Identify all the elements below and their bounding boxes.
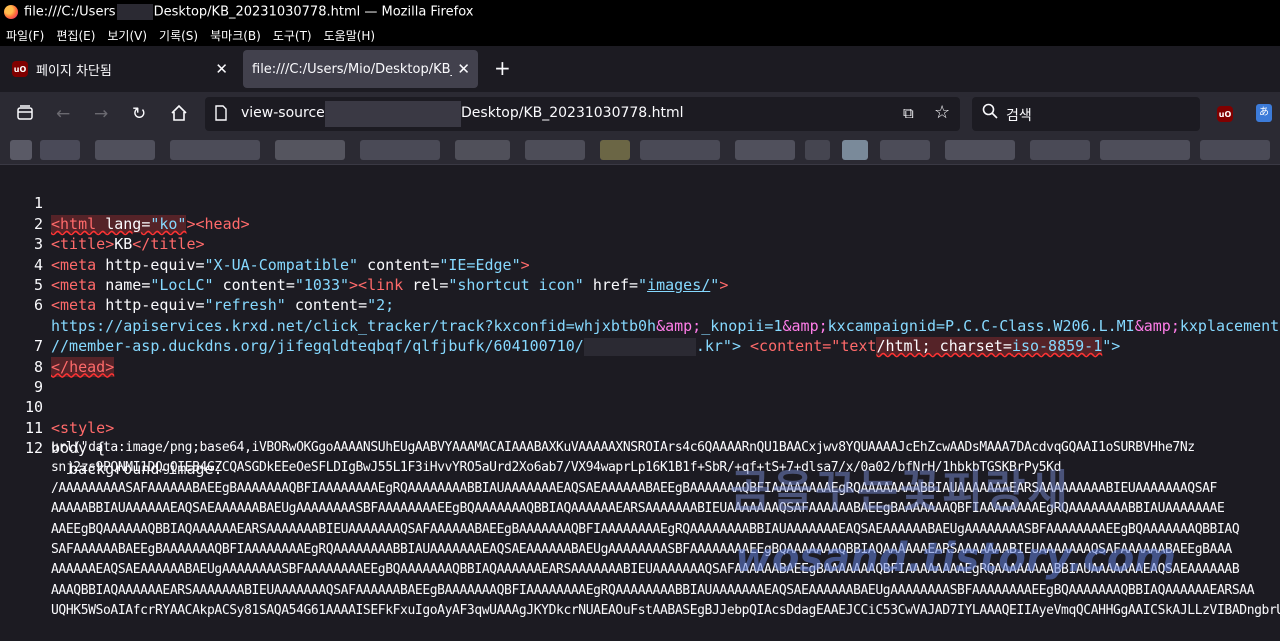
bookmark-item[interactable] — [275, 140, 345, 160]
bookmark-item[interactable] — [805, 140, 830, 160]
bookmark-item[interactable] — [945, 140, 1015, 160]
source-line: //member-asp.duckdns.org/jifegqldteqbqf/… — [51, 337, 1121, 356]
source-line: 5 <meta http-equiv="refresh" content="2; — [0, 255, 1280, 314]
watermark-text: 곰을꾸는꽃피랑새 — [730, 466, 1070, 517]
source-line: 7 </head> — [0, 316, 1280, 377]
new-tab-button[interactable]: + — [494, 56, 511, 80]
bookmark-item[interactable] — [10, 140, 32, 160]
search-placeholder: 검색 — [1006, 108, 1032, 124]
ublock-icon: uO — [12, 61, 28, 77]
menu-history[interactable]: 기록(S) — [159, 27, 198, 44]
source-line: 4 <meta name="LocLC" content="1033"><lin… — [0, 234, 1280, 294]
menu-tools[interactable]: 도구(T) — [273, 27, 312, 44]
source-line: AAAQBBIAQAAAAAAEARSAAAAAAABIEUAAAAAAAQSA… — [51, 582, 1255, 598]
close-icon[interactable]: ✕ — [215, 60, 228, 78]
source-line: 6 https://apiservices.krxd.net/click_tra… — [0, 275, 1280, 334]
page-icon — [214, 105, 228, 125]
bookmark-item[interactable] — [40, 140, 80, 160]
home-icon[interactable] — [170, 104, 188, 127]
bookmark-item[interactable] — [640, 140, 720, 160]
url-suffix: Desktop/KB_20231030778.html — [461, 105, 684, 121]
ublock-extension-icon[interactable]: uO — [1217, 106, 1233, 122]
menu-help[interactable]: 도움말(H) — [324, 27, 376, 44]
bookmark-item[interactable] — [170, 140, 260, 160]
source-line: 1 <html lang="ko"><head> — [0, 173, 1280, 233]
bookmark-item[interactable] — [842, 140, 868, 160]
search-bar[interactable]: 검색 — [972, 97, 1200, 131]
reload-icon[interactable]: ↻ — [132, 104, 146, 124]
menu-edit[interactable]: 편집(E) — [56, 27, 95, 44]
source-line: 8 — [0, 336, 1280, 376]
translate-icon[interactable]: ⧉ — [903, 104, 914, 122]
source-line: 2 <title>KB</title> — [0, 193, 1280, 253]
source-line: url("data:image/png;base64,iVBORwOKGgoAA… — [51, 440, 1195, 456]
bookmark-item[interactable] — [1100, 140, 1190, 160]
source-line: 10 <style> — [0, 377, 1280, 436]
source-line: 3 <meta http-equiv="X-UA-Compatible" con… — [0, 214, 1280, 273]
bookmark-item[interactable] — [525, 140, 585, 160]
source-line: UQHK5WSoAIAfcrRYAACAkpACSy81SAQA54G61AAA… — [51, 603, 1280, 619]
bookmark-item[interactable] — [360, 140, 440, 160]
window-titlebar: file:///C:/Users Desktop/KB_20231030778.h… — [0, 0, 1280, 24]
bookmark-item[interactable] — [600, 140, 630, 160]
bookmark-item[interactable] — [95, 140, 155, 160]
source-line: /AAAAAAAAASAFAAAAAABAEEgBAAAAAAAQBFIAAAA… — [51, 480, 1217, 496]
bookmark-item[interactable] — [455, 140, 510, 160]
redacted-block — [325, 101, 461, 127]
source-line: 9 — [0, 357, 1280, 396]
tab-view-source[interactable]: file:///C:/Users/Mio/Desktop/KB_20 ✕ — [243, 50, 478, 88]
translate-extension-icon[interactable]: あ — [1256, 104, 1272, 122]
close-icon[interactable]: ✕ — [457, 60, 470, 78]
forward-arrow-icon[interactable]: → — [94, 104, 108, 124]
url-bar[interactable]: view-source: Desktop/KB_20231030778.html… — [205, 97, 960, 131]
firefox-icon — [4, 5, 18, 19]
source-line: snj2zs9PQNMI1DQgQIEB4GZCQASGDkEEeOeSFLDI… — [51, 460, 1062, 476]
bookmark-item[interactable] — [880, 140, 930, 160]
menu-view[interactable]: 보기(V) — [107, 27, 147, 44]
tab-label: file:///C:/Users/Mio/Desktop/KB_20 — [252, 61, 452, 77]
menu-bar: 파일(F) 편집(E) 보기(V) 기록(S) 북마크(B) 도구(T) 도움말… — [0, 24, 1280, 46]
url-prefix: view-source: — [241, 105, 330, 121]
back-arrow-icon[interactable]: ← — [56, 104, 70, 124]
tab-page-blocked[interactable]: uO 페이지 차단됨 ✕ — [4, 50, 236, 88]
navigation-toolbar: ← → ↻ view-source: Desktop/KB_2023103077… — [0, 92, 1280, 136]
redacted-block — [116, 4, 153, 20]
source-line: AAAAABBIAUAAAAAAEAQSAEAAAAAABAEUgAAAAAAA… — [51, 501, 1225, 517]
tab-label: 페이지 차단됨 — [36, 63, 112, 79]
watermark-url: wosand.tistory.com — [735, 535, 1176, 581]
menu-file[interactable]: 파일(F) — [6, 27, 44, 44]
source-line: 11 body { — [0, 397, 1280, 457]
menu-bookmarks[interactable]: 북마크(B) — [210, 27, 261, 44]
tab-bar: uO 페이지 차단됨 ✕ file:///C:/Users/Mio/Deskto… — [0, 46, 1280, 92]
bookmark-item[interactable] — [1030, 140, 1090, 160]
search-icon — [982, 103, 998, 123]
firefox-view-icon[interactable] — [16, 104, 34, 127]
bookmarks-toolbar — [0, 136, 1280, 165]
window-title: file:///C:/Users Desktop/KB_20231030778.h… — [24, 4, 474, 20]
bookmark-item[interactable] — [1200, 140, 1270, 160]
bookmark-star-icon[interactable]: ☆ — [934, 102, 950, 123]
bookmark-item[interactable] — [735, 140, 795, 160]
source-line: 12 background-image: — [0, 418, 1280, 477]
